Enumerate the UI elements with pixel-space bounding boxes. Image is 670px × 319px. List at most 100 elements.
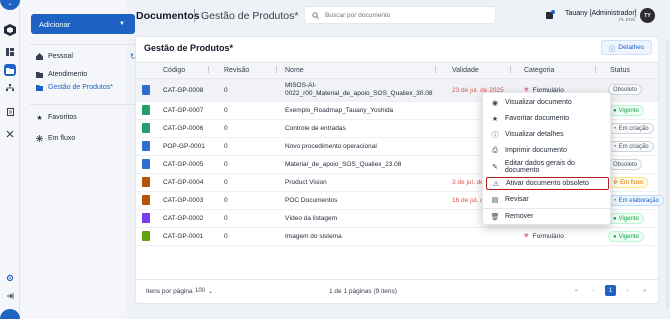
menu-item-favorite[interactable]: ★ Favoritar documento bbox=[486, 112, 609, 125]
document-icon bbox=[142, 105, 150, 115]
settings-icon[interactable] bbox=[4, 272, 16, 284]
org-icon[interactable] bbox=[4, 82, 16, 94]
status-badge: Obsoleto bbox=[608, 84, 643, 95]
add-button[interactable]: Adicionar ▼ bbox=[31, 14, 135, 34]
info-icon: ⓘ bbox=[608, 45, 616, 53]
status-badge: ● Vigente bbox=[608, 231, 644, 242]
column-header-revisao[interactable]: Revisão bbox=[224, 67, 249, 74]
column-menu-icon[interactable]: ⋮ bbox=[592, 66, 599, 74]
table-footer: Itens por página 100 ⌄ 1 de 1 páginas (9 … bbox=[136, 279, 658, 303]
row-revision: 0 bbox=[224, 87, 228, 94]
search-input[interactable] bbox=[325, 11, 485, 19]
divider bbox=[194, 9, 195, 22]
clock-icon: ◔ bbox=[613, 125, 617, 132]
last-page-icon[interactable]: » bbox=[639, 285, 650, 296]
help-tab[interactable] bbox=[0, 309, 20, 319]
panel-header: Gestão de Produtos* ⓘ Detalhes bbox=[136, 37, 658, 59]
status-badge: ✲ Em fluxo bbox=[608, 177, 649, 188]
document-icon bbox=[142, 213, 150, 223]
panel-title: Gestão de Produtos* bbox=[144, 43, 234, 53]
pages-info: 1 de 1 páginas (9 itens) bbox=[329, 288, 397, 295]
column-menu-icon[interactable]: ⋮ bbox=[507, 66, 514, 74]
row-code: CAT-GP-0001 bbox=[163, 233, 204, 240]
sidebar-item-pessoal[interactable]: Pessoal bbox=[36, 53, 73, 60]
menu-item-print[interactable]: ⎙ Imprimir documento bbox=[486, 144, 609, 157]
dashboard-icon[interactable] bbox=[4, 46, 16, 58]
column-header-validade[interactable]: Validade bbox=[452, 67, 479, 74]
details-button[interactable]: ⓘ Detalhes bbox=[601, 40, 652, 55]
logout-icon[interactable] bbox=[4, 290, 16, 302]
menu-item-view-document[interactable]: ◉ Visualizar documento bbox=[486, 96, 609, 109]
heart-icon: ♥ bbox=[524, 231, 529, 240]
report-icon[interactable] bbox=[4, 106, 16, 118]
row-code: CAT-GP-0007 bbox=[163, 107, 204, 114]
app-rail: ⌄ bbox=[0, 0, 20, 319]
status-badge: ● Vigente bbox=[608, 213, 644, 224]
menu-item-edit[interactable]: ✎ Editar dados gerais do documento bbox=[486, 159, 609, 174]
notification-bell-icon[interactable] bbox=[545, 10, 555, 20]
row-name: Material_de_apoio_SOS_Qualiex_23.08 bbox=[285, 161, 402, 168]
sidebar-item-gestao-produtos[interactable]: Gestão de Produtos* bbox=[36, 84, 113, 91]
row-category: ♥ Formulário bbox=[524, 232, 564, 240]
column-header-nome[interactable]: Nome bbox=[285, 67, 304, 74]
pencil-icon: ✎ bbox=[491, 163, 498, 171]
status-label: Vigente bbox=[618, 233, 639, 240]
sidebar-item-label: Em fluxo bbox=[48, 135, 76, 142]
per-page-select[interactable]: 100 ⌄ bbox=[195, 285, 219, 297]
documents-icon[interactable] bbox=[4, 64, 16, 76]
eye-icon: ◉ bbox=[491, 99, 499, 107]
menu-item-label: Remover bbox=[505, 213, 534, 220]
row-revision: 0 bbox=[224, 233, 228, 240]
row-name: POC Documentos bbox=[285, 197, 338, 204]
app-logo-icon bbox=[4, 24, 16, 36]
column-menu-icon[interactable]: ⋮ bbox=[432, 66, 439, 74]
sidebar-item-label: Favoritos bbox=[48, 114, 77, 121]
page-button[interactable]: 1 bbox=[605, 285, 616, 296]
details-button-label: Detalhes bbox=[618, 44, 645, 51]
sidebar-item-atendimento[interactable]: Atendimento bbox=[36, 71, 87, 78]
column-header-codigo[interactable]: Código bbox=[163, 67, 185, 74]
pagination: « ‹ 1 › » bbox=[571, 285, 650, 296]
sidebar-item-label: Atendimento bbox=[48, 71, 88, 78]
column-header-categoria[interactable]: Categoria bbox=[524, 67, 554, 74]
row-name: Product Vision bbox=[285, 179, 327, 186]
next-page-icon[interactable]: › bbox=[622, 285, 633, 296]
menu-item-activate-obsolete[interactable]: ⚠ Ativar documento obsoleto bbox=[486, 177, 609, 190]
column-menu-icon[interactable]: ⋮ bbox=[205, 66, 212, 74]
chevron-down-icon[interactable]: ▼ bbox=[115, 17, 129, 31]
warning-icon: ⚠ bbox=[492, 180, 500, 188]
user-role: PL ENG bbox=[619, 17, 636, 22]
row-code: CAT-GP-0002 bbox=[163, 215, 204, 222]
folder-icon bbox=[36, 71, 43, 78]
sidebar-item-label: Pessoal bbox=[48, 53, 73, 60]
menu-item-label: Revisar bbox=[505, 196, 529, 203]
tools-icon[interactable] bbox=[4, 128, 16, 140]
document-icon bbox=[142, 177, 150, 187]
star-icon: ★ bbox=[491, 115, 499, 123]
column-header-status[interactable]: Status bbox=[610, 67, 630, 74]
check-icon: ● bbox=[613, 233, 617, 240]
menu-item-view-details[interactable]: ⓘ Visualizar detalhes bbox=[486, 128, 609, 141]
collapse-toggle[interactable]: ⌄ bbox=[0, 0, 20, 10]
status-badge: ● Vigente bbox=[608, 105, 644, 116]
sidebar-item-label: Gestão de Produtos* bbox=[48, 84, 113, 91]
user-name[interactable]: Tauany [Administrador] bbox=[565, 10, 637, 17]
prev-page-icon[interactable]: ‹ bbox=[588, 285, 599, 296]
table-row[interactable]: CAT-GP-0001 0 Imagem do sistema ♥ Formulá… bbox=[136, 228, 658, 246]
first-page-icon[interactable]: « bbox=[571, 285, 582, 296]
sidebar-item-em-fluxo[interactable]: Em fluxo bbox=[36, 135, 75, 142]
document-icon bbox=[142, 123, 150, 133]
info-icon: ⓘ bbox=[491, 131, 499, 139]
menu-item-remove[interactable]: 🗑 Remover bbox=[486, 210, 609, 223]
row-name: Controle de entradas bbox=[285, 125, 346, 132]
sidebar-item-favoritos[interactable]: ★ Favoritos bbox=[36, 114, 77, 122]
breadcrumb: Gestão de Produtos* bbox=[201, 10, 299, 22]
column-menu-icon[interactable]: ⋮ bbox=[273, 66, 280, 74]
search-box[interactable] bbox=[304, 6, 496, 24]
check-icon: ● bbox=[613, 215, 617, 222]
row-code: CAT-GP-0004 bbox=[163, 179, 204, 186]
avatar[interactable]: TY bbox=[640, 8, 655, 23]
menu-item-label: Editar dados gerais do documento bbox=[504, 159, 575, 174]
scrollbar[interactable] bbox=[666, 40, 669, 310]
menu-item-review[interactable]: ▤ Revisar bbox=[486, 193, 609, 206]
